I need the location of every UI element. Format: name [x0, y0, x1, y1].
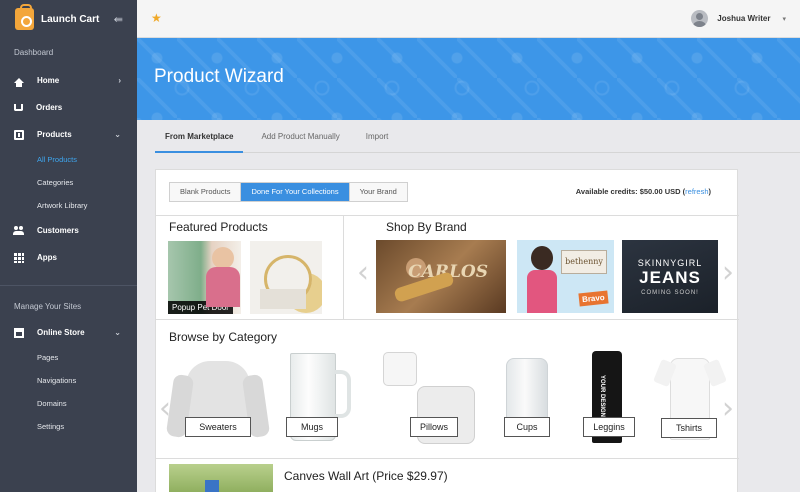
category-pillows[interactable]: Pillows [383, 352, 481, 447]
segment-your-brand[interactable]: Your Brand [349, 183, 407, 201]
home-icon [14, 78, 24, 87]
category-label: Cups [504, 417, 550, 437]
category-label: Pillows [410, 417, 458, 437]
sidebar-item-home[interactable]: Home › [0, 67, 137, 94]
chevron-right-icon[interactable]: › [722, 258, 734, 288]
page-title: Product Wizard [154, 66, 284, 87]
chevron-down-icon: ⌄ [114, 328, 121, 337]
category-label: Mugs [286, 417, 338, 437]
category-mugs[interactable]: Mugs [286, 353, 361, 448]
sidebar-item-label: Home [37, 76, 60, 85]
chevron-right-icon: › [118, 76, 121, 85]
chevron-down-icon: ⌄ [114, 130, 121, 139]
hero-banner: Product Wizard [137, 38, 800, 120]
segment-done-for-you-collections[interactable]: Done For Your Collections [241, 183, 350, 201]
sidebar-item-products[interactable]: Products ⌄ [0, 121, 137, 148]
category-label: Tshirts [661, 418, 717, 438]
category-cups[interactable]: Cups [500, 354, 560, 449]
sidebar-item-label: Online Store [37, 328, 85, 337]
shop-by-brand-title: Shop By Brand [386, 220, 467, 234]
sidebar-item-label: Products [37, 130, 72, 139]
sidebar-section-sites: Manage Your Sites [14, 302, 82, 311]
sidebar-subitem-domains[interactable]: Domains [0, 392, 137, 415]
chevron-left-icon[interactable]: ‹ [357, 258, 369, 288]
divider [156, 215, 739, 216]
store-icon [14, 327, 24, 338]
brand-carlos[interactable]: CARLOS [376, 240, 506, 313]
category-tshirts[interactable]: Tshirts [656, 352, 726, 447]
brand-logo-text: bethenny [561, 250, 607, 274]
credits-suffix: ) [708, 187, 712, 196]
sidebar-item-label: Customers [37, 226, 79, 235]
marketplace-panel: Blank Products Done For Your Collections… [155, 169, 739, 492]
brand-skinnygirl-jeans[interactable]: SKINNYGIRL JEANS COMING SOON! [622, 240, 718, 313]
sidebar-subitem-settings[interactable]: Settings [0, 415, 137, 438]
cart-icon [14, 104, 23, 111]
topbar: ★ Joshua Writer ▾ [137, 0, 800, 38]
wall-art-thumbnail[interactable] [169, 464, 273, 492]
chevron-right-icon[interactable]: › [722, 394, 734, 424]
wall-art-title[interactable]: Canves Wall Art (Price $29.97) [284, 469, 448, 483]
caret-down-icon: ▾ [782, 15, 786, 23]
sidebar-subitem-navigations[interactable]: Navigations [0, 369, 137, 392]
star-icon[interactable]: ★ [151, 11, 162, 25]
category-label: Leggins [583, 417, 635, 437]
sidebar: Launch Cart ⇚ Dashboard Home › Orders Pr… [0, 0, 137, 492]
tab-bar: From Marketplace Add Product Manually Im… [155, 120, 800, 153]
refresh-link[interactable]: refresh [685, 187, 708, 196]
category-leggins[interactable]: Leggins [580, 351, 640, 446]
brand-logo-text: SKINNYGIRL [637, 258, 703, 268]
brand[interactable]: Launch Cart ⇚ [0, 0, 137, 38]
sidebar-item-online-store[interactable]: Online Store ⌄ [0, 319, 137, 346]
user-name: Joshua Writer [717, 14, 771, 23]
collapse-sidebar-icon[interactable]: ⇚ [114, 13, 123, 26]
shopping-bag-logo-icon [15, 4, 34, 30]
sidebar-item-orders[interactable]: Orders [0, 94, 137, 121]
featured-product-popup-pet-door[interactable]: Popup Pet Door [168, 241, 241, 314]
sidebar-item-customers[interactable]: Customers [0, 217, 137, 244]
divider [156, 319, 739, 320]
sidebar-item-apps[interactable]: Apps [0, 244, 137, 271]
sidebar-item-label: Apps [37, 253, 57, 262]
featured-product-jewelry[interactable] [250, 241, 322, 314]
apps-grid-icon [14, 252, 24, 263]
browse-by-category-title: Browse by Category [169, 330, 278, 344]
brand-status: COMING SOON! [641, 290, 699, 296]
sidebar-divider [0, 285, 137, 286]
product-caption: Popup Pet Door [168, 301, 233, 314]
category-label: Sweaters [185, 417, 251, 437]
sidebar-subitem-categories[interactable]: Categories [0, 171, 137, 194]
sidebar-subitem-all-products[interactable]: All Products [0, 148, 137, 171]
tab-from-marketplace[interactable]: From Marketplace [155, 120, 244, 153]
credits-label: Available credits: $50.00 USD ( [575, 187, 686, 196]
segment-blank-products[interactable]: Blank Products [170, 183, 242, 201]
network-badge: Bravo [578, 290, 609, 307]
brand-name: Launch Cart [41, 13, 100, 25]
sidebar-item-label: Orders [36, 103, 63, 112]
brand-bethenny[interactable]: bethenny Bravo [517, 240, 614, 313]
product-box-icon [14, 129, 24, 140]
avatar [691, 10, 709, 27]
sidebar-section-dashboard: Dashboard [14, 48, 54, 57]
collection-type-selector: Blank Products Done For Your Collections… [169, 182, 408, 202]
sidebar-subitem-pages[interactable]: Pages [0, 346, 137, 369]
divider [156, 458, 739, 459]
tab-import[interactable]: Import [356, 120, 399, 153]
available-credits: Available credits: $50.00 USD (refresh) [576, 187, 711, 196]
category-sweaters[interactable]: Sweaters [176, 351, 262, 446]
featured-products-title: Featured Products [169, 220, 268, 234]
brand-logo-text: JEANS [639, 268, 701, 287]
pillow-image [383, 352, 417, 386]
people-icon [13, 225, 24, 236]
divider [343, 216, 344, 319]
brand-logo-text: CARLOS [408, 262, 488, 282]
tab-add-product-manually[interactable]: Add Product Manually [251, 120, 349, 153]
sidebar-subitem-artwork-library[interactable]: Artwork Library [0, 194, 137, 217]
user-menu[interactable]: Joshua Writer ▾ [691, 10, 786, 27]
